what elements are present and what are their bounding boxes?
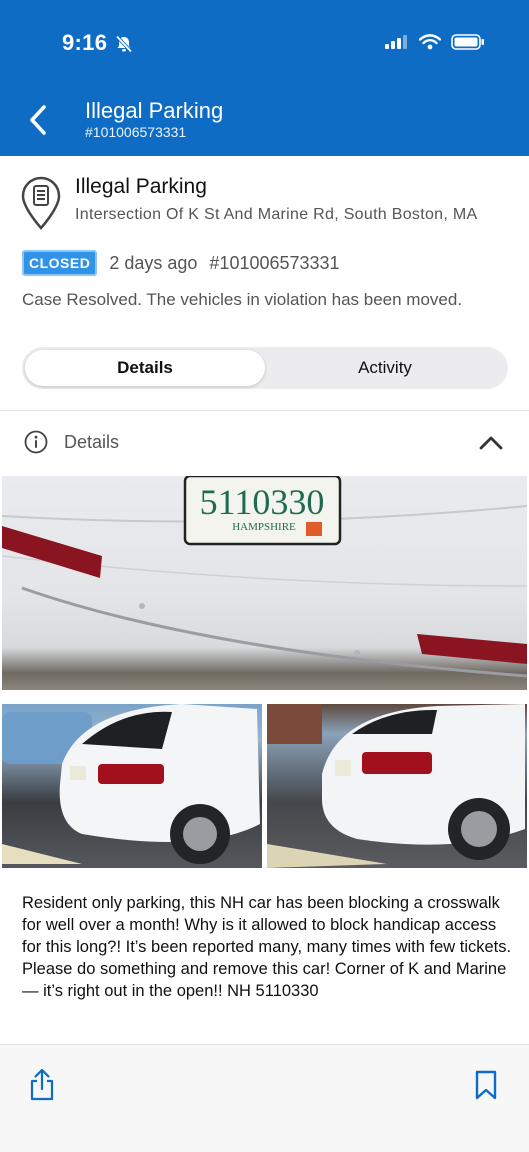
bookmark-icon[interactable] bbox=[474, 1070, 498, 1100]
battery-icon bbox=[451, 34, 485, 55]
case-meta-row: CLOSED 2 days ago #101006573331 bbox=[22, 250, 340, 276]
chevron-up-icon[interactable] bbox=[478, 432, 504, 452]
tab-activity[interactable]: Activity bbox=[265, 350, 505, 386]
map-pin-document-icon bbox=[21, 176, 61, 230]
header-case-number: #101006573331 bbox=[85, 124, 187, 140]
bottom-toolbar bbox=[0, 1045, 529, 1152]
signal-icon bbox=[385, 35, 409, 54]
app-header: 9:16 Illegal Parking #101006573331 bbox=[0, 0, 529, 156]
photo-car-rear-left[interactable] bbox=[2, 704, 262, 868]
resolution-text: Case Resolved. The vehicles in violation… bbox=[22, 290, 463, 309]
plate-number-text: 5110330 bbox=[200, 482, 325, 522]
divider bbox=[0, 410, 529, 411]
header-title: Illegal Parking bbox=[85, 98, 224, 123]
case-number: #101006573331 bbox=[209, 252, 340, 273]
back-button[interactable] bbox=[22, 100, 54, 140]
photo-bumper-closeup[interactable]: 5110330 HAMPSHIRE bbox=[2, 476, 527, 690]
segmented-tabs: Details Activity bbox=[22, 347, 508, 389]
status-time: 9:16 bbox=[62, 30, 108, 55]
report-description: Resident only parking, this NH car has b… bbox=[22, 894, 512, 1000]
case-age: 2 days ago bbox=[109, 252, 198, 273]
status-indicators bbox=[385, 34, 485, 55]
plate-state-text: HAMPSHIRE bbox=[232, 521, 296, 533]
share-icon[interactable] bbox=[28, 1068, 56, 1102]
case-title: Illegal Parking bbox=[75, 175, 207, 198]
tab-details[interactable]: Details bbox=[25, 350, 265, 386]
info-icon bbox=[24, 430, 48, 454]
status-badge: CLOSED bbox=[22, 250, 98, 276]
bell-slash-icon bbox=[114, 34, 134, 54]
wifi-icon bbox=[418, 34, 442, 55]
details-section-label: Details bbox=[64, 432, 120, 452]
photo-car-rear-right[interactable] bbox=[267, 704, 527, 868]
case-address: Intersection Of K St And Marine Rd, Sout… bbox=[75, 206, 478, 223]
chevron-left-icon bbox=[30, 105, 46, 135]
